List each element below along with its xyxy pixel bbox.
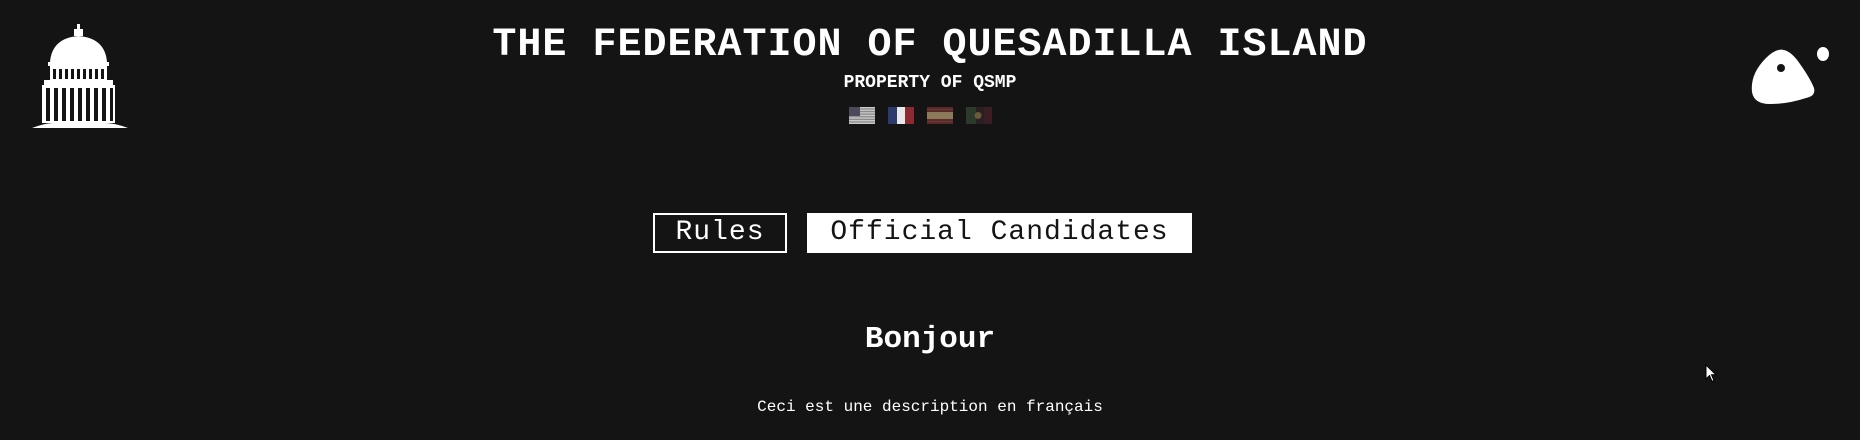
content-description: Ceci est une description en français <box>757 398 1103 416</box>
page: THE FEDERATION OF QUESADILLA ISLAND PROP… <box>0 0 1860 440</box>
france-flag-icon[interactable] <box>888 107 914 124</box>
usa-flag-icon[interactable] <box>849 107 875 124</box>
tab-official-candidates[interactable]: Official Candidates <box>807 213 1192 253</box>
page-subtitle: PROPERTY OF QSMP <box>843 73 1017 93</box>
brazil-flag-icon[interactable] <box>966 107 992 124</box>
tab-rules[interactable]: Rules <box>653 213 787 253</box>
page-title: THE FEDERATION OF QUESADILLA ISLAND <box>492 23 1368 68</box>
spain-flag-icon[interactable] <box>927 107 953 124</box>
content-heading: Bonjour <box>864 322 996 357</box>
qsmp-egg-logo-icon <box>1751 47 1829 104</box>
mouse-cursor-icon <box>1705 364 1717 383</box>
language-selector <box>849 107 992 125</box>
